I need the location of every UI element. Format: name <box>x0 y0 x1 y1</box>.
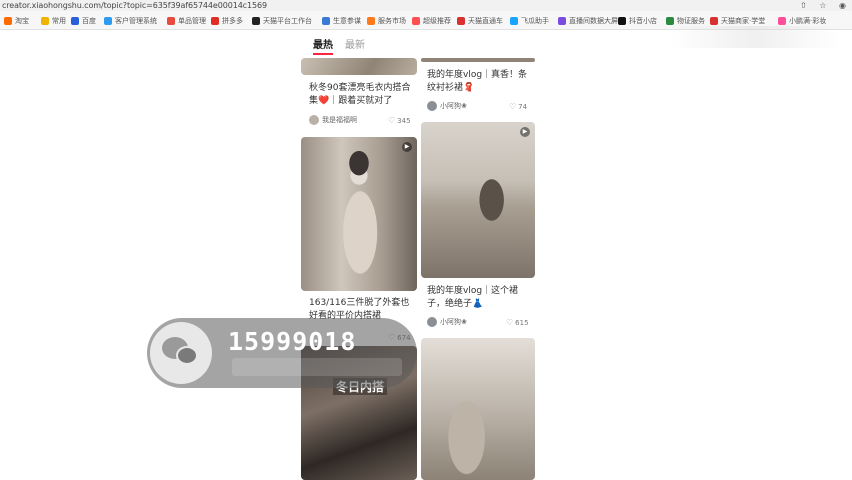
heart-icon: ♡ <box>388 116 396 125</box>
bookmark-feigua[interactable]: 飞瓜助手 <box>510 14 549 27</box>
faint-watermark <box>670 26 840 48</box>
bookmark-favicon <box>41 16 49 25</box>
note-author[interactable]: 小阿狗❀ <box>427 317 467 327</box>
bookmark-douyin-shop[interactable]: 抖音小店 <box>618 14 657 27</box>
active-tab-indicator <box>313 53 333 55</box>
bookmark-baidu[interactable]: 百度 <box>71 14 96 27</box>
wechat-icon-bubble <box>176 346 198 365</box>
tab-hot[interactable]: 最热 <box>313 40 333 52</box>
bookmark-favicon <box>618 16 626 25</box>
bookmark-favicon <box>457 16 465 25</box>
note-cover[interactable]: ▶ <box>421 122 535 278</box>
bookmark-favicon <box>252 16 260 25</box>
bookmark-favicon <box>412 16 420 25</box>
bookmark-pinduoduo[interactable]: 拼多多 <box>211 14 243 27</box>
play-icon: ▶ <box>520 127 530 137</box>
watermark-number: 15999018 <box>228 327 357 356</box>
bookmark-favicon <box>104 16 112 25</box>
heart-icon: ♡ <box>509 102 517 111</box>
bookmark-favicon <box>778 16 786 25</box>
profile-icon[interactable]: ◉ <box>839 1 846 10</box>
bookmark-tmall-car[interactable]: 天猫直通车 <box>457 14 503 27</box>
note-cover[interactable] <box>301 58 417 75</box>
bookmark-favicon <box>558 16 566 25</box>
star-icon[interactable]: ☆ <box>819 1 826 10</box>
note-title[interactable]: 秋冬90套漂亮毛衣内搭合集❤️｜跟着买就对了 <box>309 82 413 108</box>
url-field[interactable]: creator.xiaohongshu.com/topic?topic=635f… <box>2 0 267 11</box>
like-count[interactable]: ♡ 615 <box>506 318 529 327</box>
note-author[interactable]: 我是福福啊 <box>309 115 357 125</box>
note-title[interactable]: 我的年度vlog｜这个裙子，绝绝子👗 <box>427 285 531 311</box>
bookmark-favicon <box>666 16 674 25</box>
bookmark-live-dashboard[interactable]: 直播间数据大屏 <box>558 14 618 27</box>
bookmark-favicon <box>211 16 219 25</box>
avatar <box>309 115 319 125</box>
like-count[interactable]: ♡ 345 <box>388 116 411 125</box>
note-cover[interactable] <box>421 338 535 480</box>
bookmark-favicon <box>4 16 12 25</box>
share-icon[interactable]: ⇧ <box>800 1 807 10</box>
note-title[interactable]: 我的年度vlog｜真香！条纹衬衫裙🧣 <box>427 69 531 95</box>
bookmark-common[interactable]: 常用 <box>41 14 66 27</box>
note-author[interactable]: 小阿狗❀ <box>427 101 467 111</box>
bookmark-service-market[interactable]: 服务市场 <box>367 14 406 27</box>
note-cover[interactable]: ▶ <box>301 137 417 291</box>
play-icon: ▶ <box>402 142 412 152</box>
heart-icon: ♡ <box>506 318 514 327</box>
address-bar: creator.xiaohongshu.com/topic?topic=635f… <box>0 0 852 11</box>
bookmark-favicon <box>322 16 330 25</box>
bookmark-favicon <box>71 16 79 25</box>
tab-new[interactable]: 最新 <box>345 40 365 52</box>
note-cover[interactable] <box>421 58 535 62</box>
bookmark-product[interactable]: 单品管理 <box>167 14 206 27</box>
bookmark-favicon <box>510 16 518 25</box>
avatar <box>427 101 437 111</box>
bookmark-favicon <box>367 16 375 25</box>
avatar <box>427 317 437 327</box>
bookmark-super-recommend[interactable]: 超级推荐 <box>412 14 451 27</box>
bookmark-favicon <box>167 16 175 25</box>
bookmark-business-advisor[interactable]: 生意参谋 <box>322 14 361 27</box>
bookmark-tmall-workbench[interactable]: 天猫平台工作台 <box>252 14 312 27</box>
watermark-subtitle-area <box>232 358 402 376</box>
like-count[interactable]: ♡ 74 <box>509 102 527 111</box>
bookmark-favicon <box>710 16 718 25</box>
address-bar-actions: ⇧ ☆ ◉ <box>790 0 846 11</box>
bookmark-crm[interactable]: 客户管理系统 <box>104 14 157 27</box>
bookmark-taobao[interactable]: 淘宝 <box>4 14 29 27</box>
